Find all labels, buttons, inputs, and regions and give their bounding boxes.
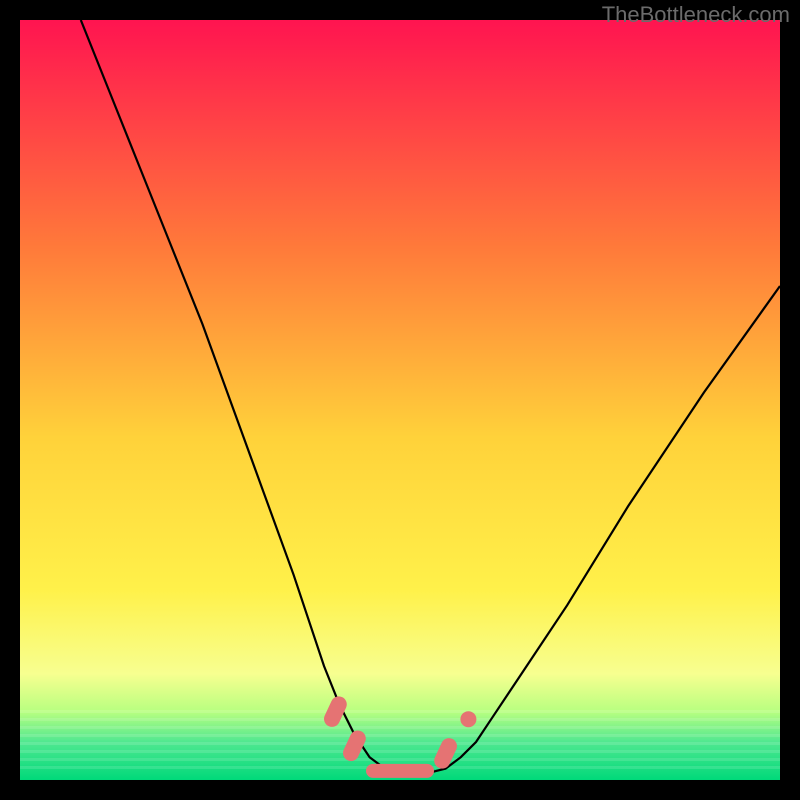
watermark-label: TheBottleneck.com [602,2,790,28]
chart-background [20,20,780,780]
chart-frame [20,20,780,780]
bottleneck-chart [20,20,780,780]
marker-3 [366,764,434,778]
marker-5 [460,711,476,727]
